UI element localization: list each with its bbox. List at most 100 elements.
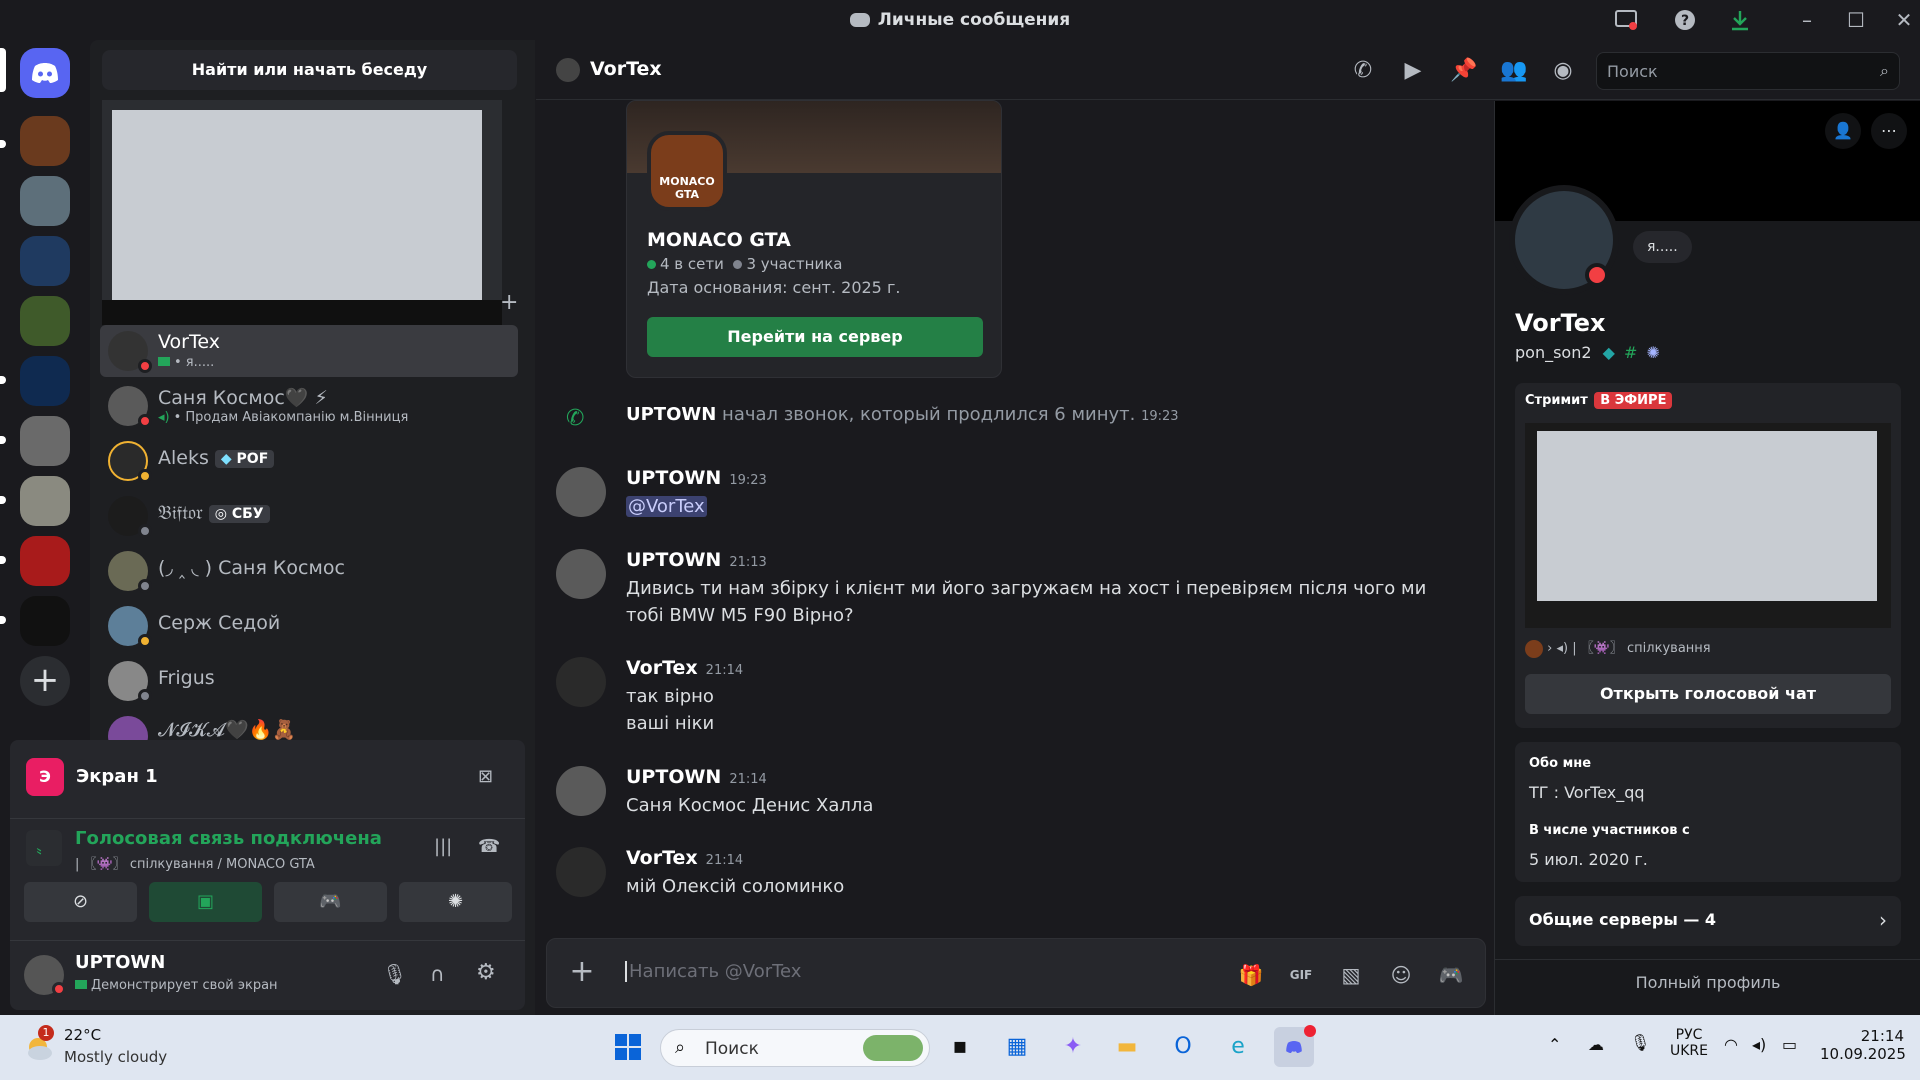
nitro-badge-icon[interactable]: ◆ [1603, 343, 1615, 362]
maximize-icon[interactable]: ☐ [1842, 8, 1870, 32]
attach-plus-icon[interactable]: + [567, 957, 597, 987]
dm-item-serzh-sedoy[interactable]: Серж Седой [100, 600, 518, 652]
dm-name: 𝔅𝔦𝔣𝔱𝔬𝔯 ◎ СБУ [158, 502, 270, 524]
voice-status[interactable]: Голосовая связь подключена [75, 828, 382, 849]
server-walhalla[interactable] [20, 596, 70, 646]
message-avatar[interactable] [556, 657, 606, 707]
volume-icon[interactable]: ◂) [1752, 1035, 1766, 1054]
dm-item-nika[interactable]: 𝓝𝓘𝓚𝓐🖤🔥🧸 [100, 710, 518, 740]
header-name[interactable]: VorTex [590, 58, 662, 80]
add-friend-icon[interactable]: 👤 [1825, 113, 1861, 149]
outlook-icon[interactable]: O [1163, 1027, 1203, 1067]
server-wolf[interactable] [20, 476, 70, 526]
full-profile-link[interactable]: Полный профиль [1495, 973, 1920, 992]
dm-item-sanya-kosmos[interactable]: Саня Космос🖤 ⚡ ◂) • Продам Авіакомпанію м… [100, 380, 518, 432]
add-dm-icon[interactable]: + [500, 290, 518, 315]
mutual-servers-row[interactable]: Общие серверы — 4 › [1515, 896, 1901, 946]
find-conversation-button[interactable]: Найти или начать беседу [102, 50, 517, 90]
activity-button[interactable]: 🎮 [274, 882, 387, 922]
stop-stream-icon[interactable]: ⊠ [478, 766, 493, 787]
boost-badge-icon[interactable]: ✺ [1647, 343, 1660, 362]
open-voice-chat-button[interactable]: Открыть голосовой чат [1525, 674, 1891, 714]
message-input[interactable]: Написать @VorTex [625, 961, 801, 982]
microphone-icon[interactable]: 🎙 [382, 962, 407, 986]
stream-thumbnail[interactable] [1525, 423, 1891, 628]
gift-icon[interactable]: 🎁 [1237, 961, 1265, 989]
voice-call-icon[interactable]: ✆ [1350, 58, 1376, 84]
add-server-button[interactable]: + [20, 656, 70, 706]
server-black-shop[interactable] [20, 356, 70, 406]
mic-tray-icon[interactable]: 🎙 [1630, 1033, 1650, 1052]
close-icon[interactable]: ✕ [1890, 8, 1918, 32]
message-author[interactable]: UPTOWN 19:23 [626, 467, 767, 489]
battery-icon[interactable]: ▭ [1782, 1035, 1797, 1054]
stream-preview[interactable] [102, 100, 502, 325]
member-since-title: В числе участников с [1529, 823, 1690, 838]
weather-icon[interactable]: 1 [20, 1025, 56, 1065]
user-profile-icon[interactable]: ◉ [1550, 58, 1576, 84]
task-view-icon[interactable]: ▪ [940, 1027, 980, 1067]
more-options-icon[interactable]: ⋯ [1871, 113, 1907, 149]
microsoft-store-icon[interactable]: ▦ [997, 1027, 1037, 1067]
search-input[interactable]: Поиск ⌕ [1596, 52, 1900, 90]
file-explorer-icon[interactable]: ▬ [1107, 1027, 1147, 1067]
message-author[interactable]: VorTex 21:14 [626, 657, 743, 679]
help-icon[interactable]: ? [1671, 8, 1699, 32]
server-red[interactable] [20, 536, 70, 586]
soundboard-button[interactable]: ✺ [399, 882, 512, 922]
home-dm-button[interactable] [20, 48, 70, 98]
go-to-server-button[interactable]: Перейти на сервер [647, 317, 983, 357]
server-city[interactable] [20, 176, 70, 226]
dm-item-aleks[interactable]: Aleks ◆ POF [100, 435, 518, 487]
screen-share-button[interactable]: ▣ [149, 882, 262, 922]
add-friends-icon[interactable]: 👥 [1500, 58, 1527, 84]
clock[interactable]: 21:14 10.09.2025 [1820, 1027, 1906, 1063]
weather-temp[interactable]: 22°C [64, 1026, 101, 1044]
voice-channel[interactable]: | 〖👾〗 спілкування / MONACO GTA [75, 853, 315, 872]
pin-icon[interactable]: 📌 [1450, 58, 1477, 84]
taskbar-search-label: Поиск [705, 1039, 759, 1059]
disconnect-icon[interactable]: ☎ [478, 836, 500, 857]
start-button[interactable] [608, 1027, 648, 1067]
gif-icon[interactable]: GIF [1287, 961, 1315, 989]
message-author[interactable]: UPTOWN 21:14 [626, 766, 767, 788]
dm-item-vortex[interactable]: VorTex • я..... [100, 325, 518, 377]
dm-item-biftor[interactable]: 𝔅𝔦𝔣𝔱𝔬𝔯 ◎ СБУ [100, 490, 518, 542]
message-avatar[interactable] [556, 549, 606, 599]
hashtag-badge-icon[interactable]: # [1624, 343, 1637, 362]
message-avatar[interactable] [556, 766, 606, 816]
apps-gamepad-icon[interactable]: 🎮 [1437, 961, 1465, 989]
server-grey[interactable] [20, 416, 70, 466]
weather-desc[interactable]: Mostly cloudy [64, 1048, 167, 1066]
emoji-icon[interactable]: ☺ [1387, 961, 1415, 989]
dm-item-sanya-kosmos-2[interactable]: (◞ ‸ ◟ ) Саня Космос [100, 545, 518, 597]
message-author[interactable]: VorTex 21:14 [626, 847, 743, 869]
language-indicator[interactable]: РУС UKRE [1670, 1027, 1708, 1059]
user-mention[interactable]: @VorTex [626, 496, 707, 517]
onedrive-icon[interactable]: ☁ [1588, 1035, 1604, 1054]
wifi-icon[interactable]: ◠ [1724, 1035, 1738, 1054]
server-stats: 4 в сети 3 участника [647, 255, 842, 273]
inbox-icon[interactable] [1612, 8, 1640, 32]
settings-icon[interactable]: ⚙ [476, 960, 496, 985]
minimize-icon[interactable]: – [1793, 8, 1821, 32]
server-betd-shop[interactable] [20, 236, 70, 286]
user-name[interactable]: UPTOWN [75, 952, 165, 973]
message-avatar[interactable] [556, 847, 606, 897]
edge-icon[interactable]: e [1218, 1027, 1258, 1067]
noise-suppression-icon[interactable]: ||| [434, 836, 452, 857]
sticker-icon[interactable]: ▧ [1337, 961, 1365, 989]
dm-item-frigus[interactable]: Frigus [100, 655, 518, 707]
video-call-icon[interactable]: ▶ [1400, 58, 1426, 84]
message-avatar[interactable] [556, 467, 606, 517]
download-icon[interactable] [1726, 8, 1754, 32]
show-hidden-icons-icon[interactable]: ⌃ [1548, 1035, 1561, 1054]
taskbar-search[interactable]: ⌕ Поиск [660, 1029, 930, 1067]
server-green[interactable] [20, 296, 70, 346]
headphones-icon[interactable]: ∩ [430, 962, 445, 986]
copilot-icon[interactable]: ✦ [1053, 1027, 1093, 1067]
camera-off-button[interactable]: ⊘ [24, 882, 137, 922]
server-monaco-gta[interactable] [20, 116, 70, 166]
message-author[interactable]: UPTOWN 21:13 [626, 549, 767, 571]
discord-taskbar-icon[interactable] [1274, 1025, 1316, 1067]
